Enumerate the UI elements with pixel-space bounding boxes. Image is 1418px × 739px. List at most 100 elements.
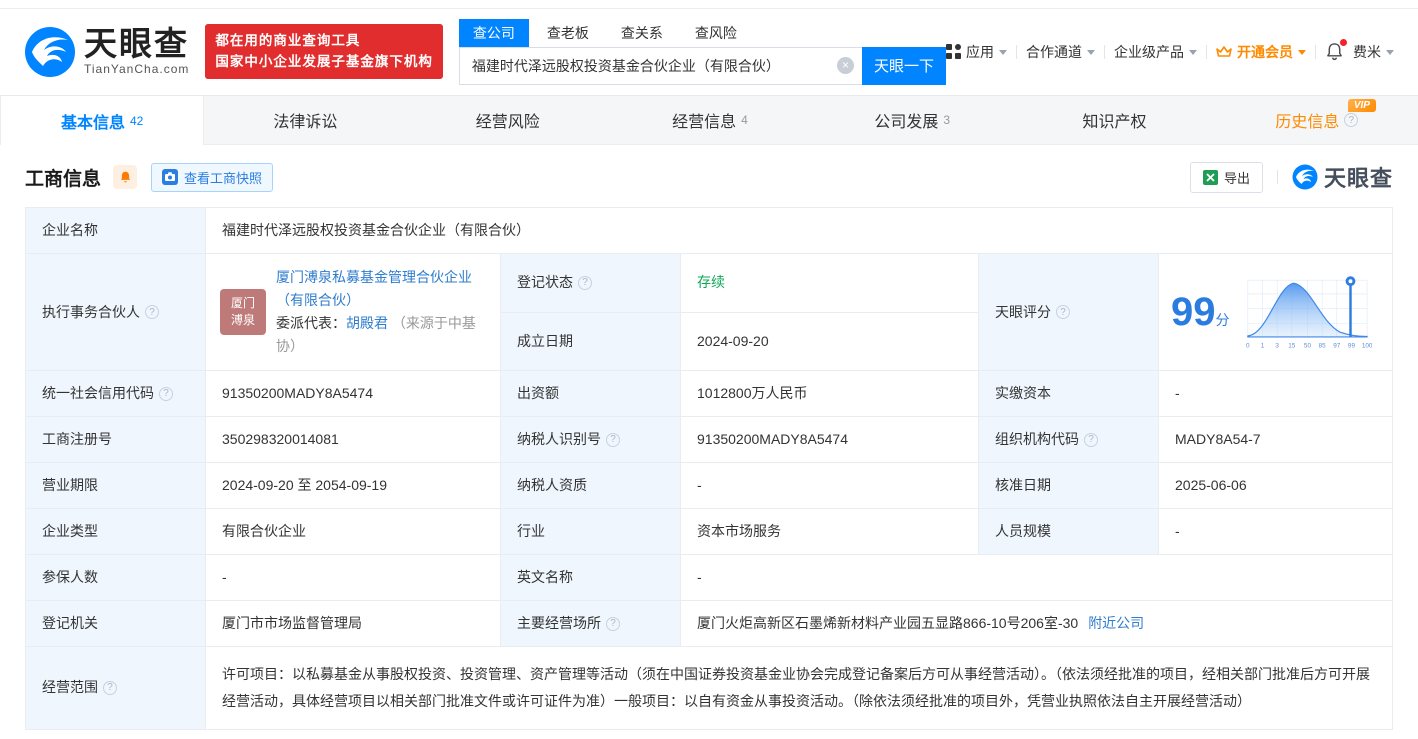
tab-count: 4 — [741, 113, 748, 127]
field-label: 主要经营场所 ? — [501, 601, 681, 646]
search-input[interactable] — [460, 48, 862, 84]
table-row: 经营范围 ? 许可项目：以私募基金从事股权投资、投资管理、资产管理等活动（须在中… — [26, 647, 1392, 728]
camera-icon — [162, 169, 178, 185]
field-label-text: 执行事务合伙人 — [42, 302, 140, 323]
tianyancha-logo-icon — [1292, 164, 1318, 190]
search-tab-relation[interactable]: 查关系 — [607, 19, 677, 47]
brand-slogan-banner: 都在用的商业查询工具 国家中小企业发展子基金旗下机构 — [205, 24, 443, 80]
section-title: 工商信息 — [25, 164, 101, 191]
grid-icon — [946, 44, 961, 59]
status-date-block: 登记状态 ? 存续 成立日期 2024-09-20 — [501, 254, 979, 370]
help-icon[interactable]: ? — [145, 305, 159, 319]
tab-operation-risk[interactable]: 经营风险 — [407, 96, 609, 144]
table-row: 登记机关 厦门市市场监督管理局 主要经营场所 ? 厦门火炬高新区石墨烯新材料产业… — [26, 601, 1392, 647]
export-button[interactable]: 导出 — [1190, 162, 1263, 193]
monitor-bell-button[interactable] — [113, 165, 137, 189]
snapshot-button[interactable]: 查看工商快照 — [151, 163, 273, 192]
nav-user[interactable]: 费米 — [1353, 42, 1394, 62]
business-info-table: 企业名称 福建时代泽远股权投资基金合伙企业（有限合伙） 执行事务合伙人 ? 厦门… — [25, 207, 1393, 730]
capital-value: 1012800万人民币 — [681, 371, 979, 416]
tab-basic-info[interactable]: 基本信息 42 — [0, 96, 204, 145]
svg-text:50: 50 — [1303, 343, 1311, 350]
reg-number-value: 350298320014081 — [206, 417, 501, 462]
watermark-text: 天眼查 — [1324, 161, 1393, 193]
field-label: 登记状态 ? — [501, 254, 681, 312]
svg-text:15: 15 — [1288, 343, 1296, 350]
table-row: 企业名称 福建时代泽远股权投资基金合伙企业（有限合伙） — [26, 208, 1392, 254]
field-label: 纳税人识别号 ? — [501, 417, 681, 462]
clear-icon[interactable]: × — [837, 57, 854, 74]
tianyancha-company-page: 天眼查 TianYanCha.com 都在用的商业查询工具 国家中小企业发展子基… — [0, 0, 1418, 739]
slogan-line2: 国家中小企业发展子基金旗下机构 — [215, 52, 433, 73]
field-label-text: 登记状态 — [517, 272, 573, 293]
table-subrow: 登记状态 ? 存续 — [501, 254, 978, 313]
field-label: 经营范围 ? — [26, 647, 206, 728]
search-button[interactable]: 天眼一下 — [862, 47, 946, 85]
nearby-companies-link[interactable]: 附近公司 — [1088, 613, 1144, 634]
field-label: 天眼评分 ? — [979, 254, 1159, 370]
tab-company-development[interactable]: 公司发展 3 — [811, 96, 1013, 144]
tab-history-info[interactable]: VIP 历史信息 ? — [1216, 96, 1418, 144]
chevron-down-icon — [1189, 50, 1197, 55]
svg-text:0: 0 — [1246, 343, 1250, 350]
partner-company-link[interactable]: 厦门溥泉私募基金管理合伙企业（有限合伙） — [276, 269, 472, 308]
field-label: 统一社会信用代码 ? — [26, 371, 206, 416]
snapshot-button-label: 查看工商快照 — [184, 168, 262, 187]
help-icon[interactable]: ? — [1344, 113, 1358, 127]
chevron-down-icon — [999, 50, 1007, 55]
site-logo[interactable]: 天眼查 TianYanCha.com — [24, 26, 189, 78]
field-label: 实缴资本 — [979, 371, 1159, 416]
delegate-line: 委派代表：胡殿君 （来源于中基协） — [276, 312, 486, 358]
nav-divider — [1104, 45, 1105, 59]
field-label: 人员规模 — [979, 509, 1159, 554]
field-label-text: 主要经营场所 — [517, 613, 601, 634]
table-row: 执行事务合伙人 ? 厦门溥泉 厦门溥泉私募基金管理合伙企业（有限合伙） 委派代表… — [26, 254, 1392, 371]
field-label-text: 经营范围 — [42, 677, 98, 698]
nav-divider — [1315, 45, 1316, 59]
table-row: 营业期限 2024-09-20 至 2054-09-19 纳税人资质 - 核准日… — [26, 463, 1392, 509]
nav-membership[interactable]: 开通会员 — [1216, 42, 1306, 62]
nav-username: 费米 — [1353, 42, 1381, 62]
tab-intellectual-property[interactable]: 知识产权 — [1013, 96, 1215, 144]
nav-divider — [1016, 45, 1017, 59]
svg-text:85: 85 — [1318, 343, 1326, 350]
delegate-name-link[interactable]: 胡殿君 — [346, 315, 388, 331]
nav-apps[interactable]: 应用 — [946, 42, 1007, 62]
help-icon[interactable]: ? — [1084, 433, 1098, 447]
tab-label: 经营风险 — [476, 108, 540, 132]
partner-avatar[interactable]: 厦门溥泉 — [220, 289, 266, 335]
help-icon[interactable]: ? — [606, 617, 620, 631]
search-tab-company[interactable]: 查公司 — [459, 19, 529, 47]
org-code-value: MADY8A54-7 — [1159, 417, 1392, 462]
score-value: 99分 — [1171, 292, 1230, 332]
field-label: 英文名称 — [501, 555, 681, 600]
nav-enterprise-products[interactable]: 企业级产品 — [1114, 42, 1197, 62]
insured-count-value: - — [206, 555, 501, 600]
company-name-value: 福建时代泽远股权投资基金合伙企业（有限合伙） — [206, 208, 1392, 253]
nav-enterprise-products-label: 企业级产品 — [1114, 42, 1184, 62]
search-tab-boss[interactable]: 查老板 — [533, 19, 603, 47]
field-label: 成立日期 — [501, 313, 681, 371]
search-tab-risk[interactable]: 查风险 — [681, 19, 751, 47]
notifications-bell[interactable] — [1325, 42, 1344, 61]
top-divider — [0, 8, 1418, 9]
help-icon[interactable]: ? — [606, 433, 620, 447]
svg-text:100: 100 — [1361, 343, 1371, 350]
field-label: 行业 — [501, 509, 681, 554]
help-icon[interactable]: ? — [103, 681, 117, 695]
help-icon[interactable]: ? — [159, 387, 173, 401]
table-row: 工商注册号 350298320014081 纳税人识别号 ? 91350200M… — [26, 417, 1392, 463]
company-type-value: 有限合伙企业 — [206, 509, 501, 554]
tab-operation-info[interactable]: 经营信息 4 — [609, 96, 811, 144]
nav-partner-channel[interactable]: 合作通道 — [1026, 42, 1095, 62]
chevron-down-icon — [1386, 50, 1394, 55]
score-distribution-chart: 0 1 3 15 50 85 97 99 100 — [1240, 270, 1372, 354]
section-toolbar: 工商信息 查看工商快照 导出 — [25, 161, 1393, 193]
taxpayer-id-value: 91350200MADY8A5474 — [681, 417, 979, 462]
help-icon[interactable]: ? — [1056, 305, 1070, 319]
avatar-text: 厦门溥泉 — [230, 295, 256, 329]
site-header: 天眼查 TianYanCha.com 都在用的商业查询工具 国家中小企业发展子基… — [0, 0, 1418, 95]
help-icon[interactable]: ? — [578, 276, 592, 290]
field-label: 企业类型 — [26, 509, 206, 554]
tab-legal-litigation[interactable]: 法律诉讼 — [204, 96, 406, 144]
